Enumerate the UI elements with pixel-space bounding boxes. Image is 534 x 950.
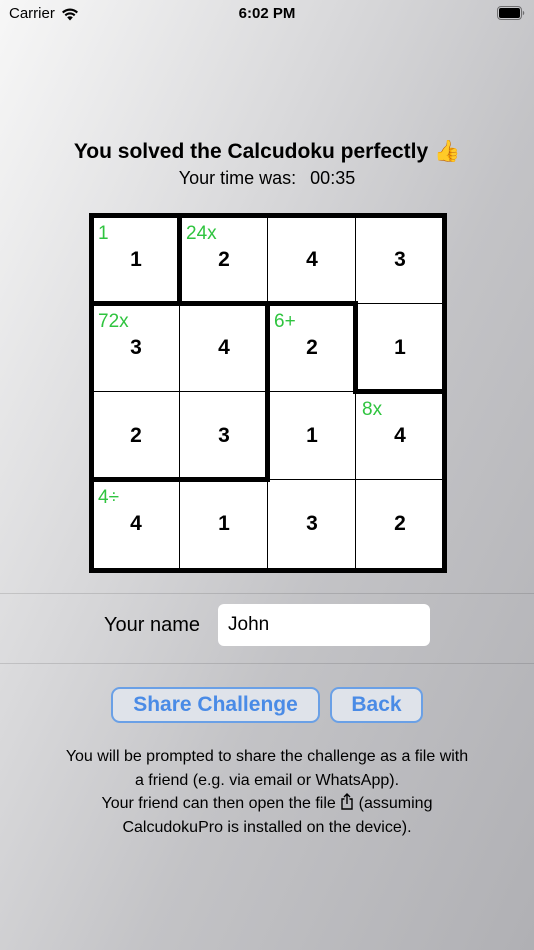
cell-value: 3 <box>218 424 230 447</box>
grid-line <box>89 301 358 306</box>
cage-clue: 6+ <box>274 311 296 332</box>
back-button[interactable]: Back <box>330 687 423 723</box>
cell-value: 1 <box>130 248 142 271</box>
grid-cell: 3 <box>356 216 444 304</box>
cell-value: 3 <box>130 336 142 359</box>
grid-cell: 2 <box>356 480 444 568</box>
info-line-3a: Your friend can then open the file <box>101 795 336 812</box>
info-line-1: You will be prompted to share the challe… <box>65 748 469 765</box>
grid-cell: 2 6+ <box>268 304 356 392</box>
info-line-3b: (assuming <box>358 795 433 812</box>
cell-value: 2 <box>218 248 230 271</box>
name-label: Your name <box>104 614 200 636</box>
share-challenge-button[interactable]: Share Challenge <box>111 687 320 723</box>
time-label: Your time was: <box>178 168 297 188</box>
grid-line <box>89 213 447 218</box>
share-info-text: You will be prompted to share the challe… <box>30 745 504 839</box>
cell-value: 1 <box>218 512 230 535</box>
info-line-3: Your friend can then open the file (assu… <box>30 792 504 816</box>
cell-value: 2 <box>306 336 318 359</box>
cell-value: 1 <box>306 424 318 447</box>
cell-value: 4 <box>306 248 318 271</box>
grid-cell: 1 <box>180 480 268 568</box>
grid-cell: 3 72x <box>92 304 180 392</box>
cell-value: 2 <box>394 512 406 535</box>
cell-value: 3 <box>394 248 406 271</box>
divider-bottom <box>0 663 534 664</box>
cell-value: 4 <box>130 512 142 535</box>
grid-line <box>353 389 446 394</box>
cage-clue: 72x <box>98 311 129 332</box>
status-bar: Carrier 6:02 PM <box>0 0 534 30</box>
grid-cell: 4 <box>180 304 268 392</box>
info-line-4: CalcudokuPro is installed on the device)… <box>122 818 412 836</box>
cell-value: 4 <box>394 424 406 447</box>
time-line: Your time was: 00:35 <box>0 168 534 189</box>
grid-cell: 1 <box>268 392 356 480</box>
name-input[interactable] <box>218 604 430 646</box>
cell-value: 2 <box>130 424 142 447</box>
grid-line <box>177 213 182 306</box>
cell-value: 3 <box>306 512 318 535</box>
status-clock: 6:02 PM <box>238 5 296 22</box>
grid-cell: 1 <box>356 304 444 392</box>
grid-cell: 4 <box>268 216 356 304</box>
grid-line <box>265 301 270 482</box>
grid-cell: 3 <box>268 480 356 568</box>
grid-cell: 11 <box>92 216 180 304</box>
battery-icon <box>497 6 525 20</box>
grid-cell: 3 <box>180 392 268 480</box>
cage-clue: 24x <box>186 223 217 244</box>
calcudoku-grid: 1 1 2 24x 4 3 3 72x 4 2 6+ 1 2 3 1 4 8x 4 4÷ 1 3 2 <box>89 213 447 573</box>
grid-line <box>353 301 358 394</box>
grid-line <box>89 477 270 482</box>
cell-value: 4 <box>218 336 230 359</box>
info-line-2: a friend (e.g. via email or WhatsApp). <box>134 771 400 789</box>
grid-cell: 2 24x <box>180 216 268 304</box>
cell-value: 1 <box>394 336 406 359</box>
page-title: You solved the Calcudoku perfectly 👍 <box>73 140 461 163</box>
divider-top <box>0 593 534 594</box>
share-icon <box>341 793 353 810</box>
time-value: 00:35 <box>310 168 356 188</box>
grid-line <box>89 213 94 573</box>
grid-cell: 4 4÷ <box>92 480 180 568</box>
grid-cell: 4 8x <box>356 392 444 480</box>
cage-clue: 4÷ <box>98 487 119 508</box>
cage-clue: 1 <box>98 223 109 244</box>
cage-clue: 8x <box>362 399 383 420</box>
grid-line <box>89 568 447 573</box>
grid-cell: 2 <box>92 392 180 480</box>
